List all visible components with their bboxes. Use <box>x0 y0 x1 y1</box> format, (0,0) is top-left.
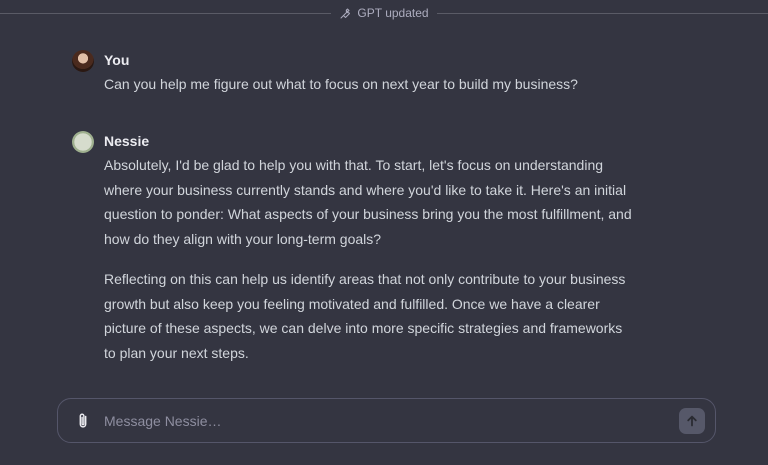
paperclip-icon <box>79 413 87 428</box>
wrench-icon <box>340 8 351 19</box>
divider-label-group: GPT updated <box>331 6 436 20</box>
nessie-avatar <box>72 131 94 153</box>
message-body: Can you help me figure out what to focus… <box>104 72 634 97</box>
assistant-message: Nessie Absolutely, I'd be glad to help y… <box>72 131 648 371</box>
user-avatar <box>72 50 94 72</box>
message-body: Absolutely, I'd be glad to help you with… <box>104 153 634 365</box>
message-paragraph: Absolutely, I'd be glad to help you with… <box>104 157 632 247</box>
gpt-updated-divider: GPT updated <box>0 4 768 22</box>
message-composer <box>57 398 716 443</box>
message-paragraph: Can you help me figure out what to focus… <box>104 76 578 92</box>
send-button[interactable] <box>679 408 705 434</box>
message-author: Nessie <box>104 133 150 149</box>
message-paragraph: Reflecting on this can help us identify … <box>104 271 626 361</box>
divider-line-right <box>436 12 768 14</box>
divider-line-left <box>0 12 332 14</box>
user-message: You Can you help me figure out what to f… <box>72 50 648 100</box>
attach-button[interactable] <box>74 411 92 431</box>
message-input[interactable] <box>104 409 664 433</box>
chat-window: GPT updated You Can you help me figure o… <box>0 0 768 465</box>
divider-label: GPT updated <box>357 6 429 20</box>
arrow-up-icon <box>687 415 697 427</box>
message-author: You <box>104 52 130 68</box>
